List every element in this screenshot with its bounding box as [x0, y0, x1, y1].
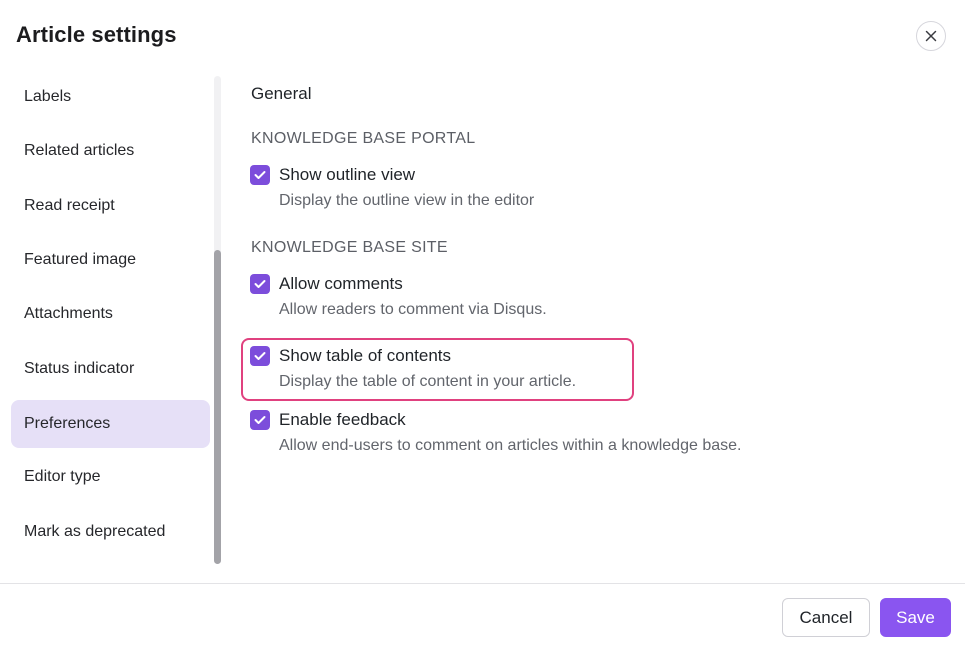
- option-label: Show table of contents: [279, 346, 452, 365]
- close-icon: [925, 30, 937, 42]
- sidebar-item-mark-as-deprecated[interactable]: Mark as deprecated: [11, 508, 210, 556]
- option-description: Display the outline view in the editor: [279, 192, 535, 209]
- group-heading-portal: KNOWLEDGE BASE PORTAL: [251, 130, 476, 147]
- checkmark-icon: [254, 280, 266, 288]
- sidebar-item-editor-type[interactable]: Editor type: [11, 453, 210, 501]
- sidebar-item-label: Mark as deprecated: [24, 523, 166, 540]
- option-description: Allow end-users to comment on articles w…: [279, 437, 742, 454]
- article-settings-dialog: Article settings Labels Related articles…: [0, 0, 965, 646]
- sidebar-item-label: Editor type: [24, 468, 101, 485]
- option-label: Show outline view: [279, 165, 416, 184]
- option-description: Display the table of content in your art…: [279, 373, 577, 390]
- sidebar-item-read-receipt[interactable]: Read receipt: [11, 182, 210, 230]
- sidebar-item-label: Labels: [24, 88, 72, 105]
- sidebar-item-preferences[interactable]: Preferences: [11, 400, 210, 448]
- option-label: Enable feedback: [279, 410, 406, 429]
- sidebar-item-related-articles[interactable]: Related articles: [11, 127, 210, 175]
- sidebar-item-label: Attachments: [24, 305, 113, 322]
- sidebar-item-label: Preferences: [24, 415, 111, 432]
- footer-divider: [0, 583, 965, 584]
- sidebar-item-label: Related articles: [24, 142, 135, 159]
- sidebar-item-status-indicator[interactable]: Status indicator: [11, 345, 210, 393]
- settings-sidebar: Labels Related articles Read receipt Fea…: [0, 70, 222, 570]
- checkmark-icon: [254, 171, 266, 179]
- dialog-title: Article settings: [16, 22, 177, 47]
- cancel-button[interactable]: Cancel: [782, 598, 870, 637]
- show-outline-view-checkbox[interactable]: [250, 165, 270, 185]
- sidebar-item-labels[interactable]: Labels: [11, 73, 210, 121]
- option-description: Allow readers to comment via Disqus.: [279, 301, 547, 318]
- close-button[interactable]: [916, 21, 946, 51]
- section-title: General: [251, 84, 312, 103]
- group-heading-site: KNOWLEDGE BASE SITE: [251, 239, 448, 256]
- option-label: Allow comments: [279, 274, 403, 293]
- sidebar-item-label: Featured image: [24, 251, 137, 268]
- enable-feedback-checkbox[interactable]: [250, 410, 270, 430]
- checkmark-icon: [254, 352, 266, 360]
- sidebar-scrollbar-thumb[interactable]: [214, 250, 221, 564]
- checkmark-icon: [254, 416, 266, 424]
- sidebar-item-attachments[interactable]: Attachments: [11, 290, 210, 338]
- sidebar-item-label: Status indicator: [24, 360, 135, 377]
- show-table-of-contents-checkbox[interactable]: [250, 346, 270, 366]
- sidebar-item-label: Read receipt: [24, 197, 115, 214]
- allow-comments-checkbox[interactable]: [250, 274, 270, 294]
- sidebar-item-featured-image[interactable]: Featured image: [11, 236, 210, 284]
- save-button[interactable]: Save: [880, 598, 951, 637]
